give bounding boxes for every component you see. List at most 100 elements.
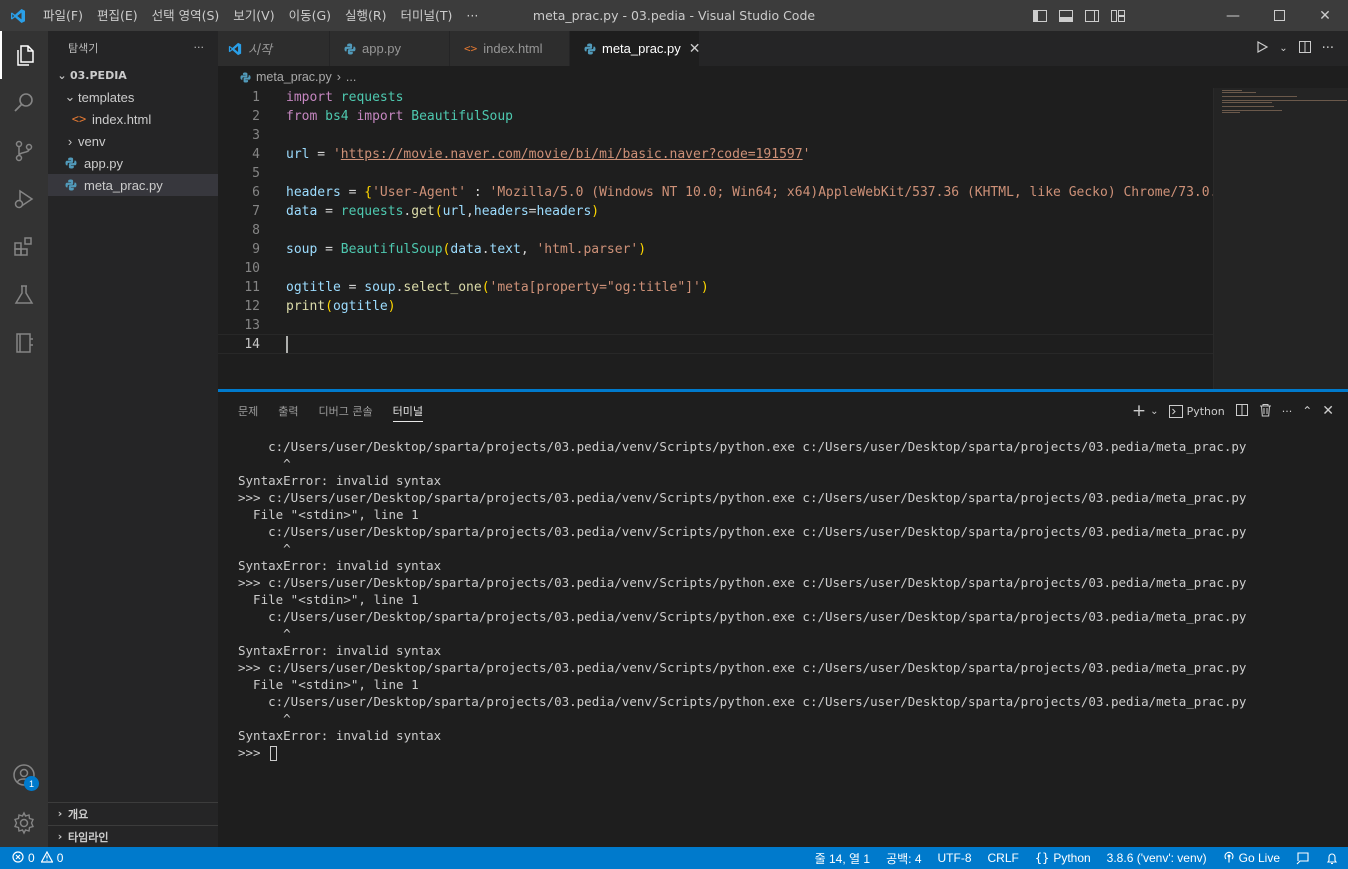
tree-item-label: templates [78,89,135,105]
python-file-icon [62,157,80,169]
menu-file[interactable]: 파일(F) [36,0,90,31]
line-number: 7 [252,204,260,219]
accounts-badge: 1 [24,776,39,791]
split-editor-icon[interactable] [1298,40,1312,58]
code-editor[interactable]: 1 import requests 2 from bs4 import Beauti… [218,88,1348,389]
customize-layout-icon[interactable] [1108,6,1128,26]
close-panel-icon[interactable]: ✕ [1322,403,1334,419]
menu-terminal[interactable]: 터미널(T) [394,0,460,31]
terminal-line: c:/Users/user/Desktop/sparta/projects/03… [238,694,1247,709]
title-bar: 파일(F) 편집(E) 선택 영역(S) 보기(V) 이동(G) 실행(R) 터… [0,0,1348,31]
toggle-secondary-sidebar-icon[interactable] [1082,6,1102,26]
outline-section[interactable]: › 개요 [48,802,218,824]
tab-output[interactable]: 출력 [268,392,308,430]
tab-app-py[interactable]: app.py [330,31,450,66]
feedback-icon[interactable] [1296,851,1310,865]
language-mode[interactable]: {} Python [1035,851,1091,865]
line-number: 9 [252,242,260,257]
terminal-output[interactable]: c:/Users/user/Desktop/sparta/projects/03… [238,438,1338,818]
sidebar-more-actions[interactable]: ··· [194,41,205,54]
more-actions-icon[interactable]: ··· [1322,41,1334,56]
menu-run[interactable]: 실행(R) [338,0,393,31]
language-label: Python [1053,851,1091,865]
terminal-prompt: >>> [238,745,269,760]
terminal-line: ^ [238,711,291,726]
tree-item-app-py[interactable]: app.py [48,152,218,174]
split-terminal-icon[interactable] [1235,403,1249,420]
breadcrumb-symbols[interactable]: ... [346,70,356,84]
trash-icon[interactable] [1259,403,1272,420]
workspace-folder[interactable]: ⌄ 03.PEDIA [48,64,218,86]
tab-meta-prac-py[interactable]: meta_prac.py ✕ [570,31,701,66]
chevron-down-icon: ⌄ [57,68,67,82]
testing-flask-icon[interactable] [0,271,48,319]
tree-item-meta-prac-py[interactable]: meta_prac.py [48,174,218,196]
extensions-icon[interactable] [0,223,48,271]
code-line: 6 headers = {'User-Agent' : 'Mozilla/5.0 … [218,183,1213,202]
maximize-panel-icon[interactable]: ⌃ [1302,404,1312,418]
minimap[interactable] [1213,88,1348,389]
new-terminal-icon[interactable]: + [1132,401,1146,421]
menu-selection[interactable]: 선택 영역(S) [145,0,227,31]
python-interpreter[interactable]: 3.8.6 ('venv': venv) [1107,851,1207,865]
tab-welcome[interactable]: 시작 [218,31,330,66]
toggle-primary-sidebar-icon[interactable] [1030,6,1050,26]
breadcrumb: meta_prac.py › ... [218,66,1348,88]
line-number: 1 [252,90,260,105]
chevron-down-icon[interactable]: ⌄ [1150,406,1158,417]
tree-item-templates[interactable]: ⌄ templates [48,86,218,108]
tree-item-label: meta_prac.py [84,177,163,193]
code-line: 7 data = requests.get(url,headers=headers… [218,202,1213,221]
python-file-icon [62,179,80,191]
tab-terminal[interactable]: 터미널 [383,392,433,430]
vscode-icon [228,42,242,56]
go-live-button[interactable]: Go Live [1223,851,1280,866]
terminal-shell-selector[interactable]: Python [1168,404,1225,418]
bottom-panel: 문제 출력 디버그 콘솔 터미널 + ⌄ Python ··· ⌃ ✕ c:/U… [218,389,1348,847]
run-python-file-icon[interactable] [1255,40,1269,58]
settings-gear-icon[interactable] [0,799,48,847]
tree-item-venv[interactable]: › venv [48,130,218,152]
cursor-position[interactable]: 줄 14, 열 1 [815,850,870,867]
status-right: 줄 14, 열 1 공백: 4 UTF-8 CRLF {} Python 3.8… [815,847,1338,869]
menu-more[interactable]: ··· [459,0,485,31]
source-control-icon[interactable] [0,127,48,175]
sidebar-header: 탐색기 ··· [48,31,218,64]
current-code-line: 14 [218,334,1213,354]
code-line: 2 from bs4 import BeautifulSoup [218,107,1213,126]
tab-index-html[interactable]: <> index.html [450,31,570,66]
timeline-section[interactable]: › 타임라인 [48,825,218,847]
notebook-icon[interactable] [0,319,48,367]
go-live-label: Go Live [1238,851,1280,865]
terminal-line: >>> c:/Users/user/Desktop/sparta/project… [238,490,1247,505]
encoding[interactable]: UTF-8 [938,851,972,865]
more-actions-icon[interactable]: ··· [1282,405,1293,418]
notifications-bell-icon[interactable] [1326,852,1338,865]
terminal-line: >>> c:/Users/user/Desktop/sparta/project… [238,575,1247,590]
problems-indicator[interactable]: 0 0 [0,850,63,866]
tab-debug-console[interactable]: 디버그 콘솔 [309,392,383,430]
indentation[interactable]: 공백: 4 [886,850,921,867]
accounts-icon[interactable]: 1 [0,751,48,799]
close-tab-icon[interactable]: ✕ [689,40,701,57]
chevron-down-icon[interactable]: ⌄ [1279,43,1287,54]
menu-edit[interactable]: 편집(E) [90,0,145,31]
run-debug-icon[interactable] [0,175,48,223]
menu-go[interactable]: 이동(G) [282,0,338,31]
terminal-line: SyntaxError: invalid syntax [238,728,442,743]
breadcrumb-file[interactable]: meta_prac.py [256,70,332,84]
terminal-prompt-line[interactable]: >>> [238,744,1338,761]
tab-problems[interactable]: 문제 [228,392,268,430]
search-icon[interactable] [0,79,48,127]
maximize-icon[interactable] [1256,0,1302,31]
tree-item-index-html[interactable]: <> index.html [48,108,218,130]
toggle-panel-icon[interactable] [1056,6,1076,26]
close-window-icon[interactable]: ✕ [1302,0,1348,31]
end-of-line[interactable]: CRLF [988,851,1019,865]
minimize-icon[interactable]: — [1210,0,1256,31]
terminal-line: File "<stdin>", line 1 [238,507,419,522]
menu-view[interactable]: 보기(V) [226,0,281,31]
terminal-line: c:/Users/user/Desktop/sparta/projects/03… [238,524,1247,539]
explorer-icon[interactable] [0,31,48,79]
code-line: 8 [218,221,1213,240]
